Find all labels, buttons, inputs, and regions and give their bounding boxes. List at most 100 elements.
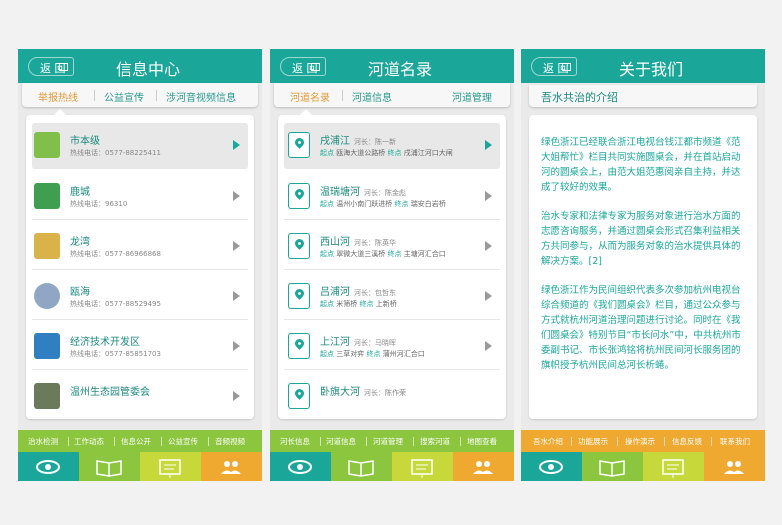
list-item[interactable]: 西山河 河长：陈英华 起点 翠微大道三溪桥 终点 主塘河汇合口 [284,224,500,270]
hotline-list: 市本级 热线电话：0577-88225411 鹿城 热线电话：96310 龙湾 … [26,115,254,419]
item-name: 龙湾 [70,237,90,248]
list-item[interactable]: 温瑞塘河 河长：陈金彪 起点 温州小南门跃进桥 终点 瑞安白岩桥 [284,174,500,220]
river-route: 起点 翠微大道三溪桥 终点 主塘河汇合口 [320,250,446,258]
page-title: 河道名录 [368,60,433,79]
list-item[interactable]: 鹿城 热线电话：96310 [32,174,248,220]
river-name: 上江河 河长：马晓晖 [320,337,396,348]
book-icon[interactable] [79,452,140,481]
list-item[interactable]: 市本级 热线电话：0577-88225411 [32,123,248,169]
about-content: 绿色浙江已经联合浙江电视台钱江都市频道《范大姐帮忙》栏目共同实施圆桌会，并在首站… [529,115,757,419]
river-name: 卧旗大河 河长：陈作荣 [320,387,406,398]
chevron-right-icon [233,391,240,401]
ouhai-logo-icon [34,283,60,309]
paragraph: 绿色浙江已经联合浙江电视台钱江都市频道《范大姐帮忙》栏目共同实施圆桌会，并在首站… [541,137,741,193]
chevron-right-icon [233,341,240,351]
location-pin-icon [288,333,310,359]
chevron-right-icon [485,341,492,351]
header: 返 回 关于我们 [521,49,765,83]
list-item[interactable]: 瓯海 热线电话：0577-88529495 [32,274,248,320]
chevron-right-icon [485,241,492,251]
home-icon [59,63,68,71]
list-item[interactable]: 龙湾 热线电话：0577-86966868 [32,224,248,270]
bottom-link-bar: 河长信息 河道信息 河道管理 搜索河道 地图查看 [270,430,514,452]
river-name: 温瑞塘河 河长：陈金彪 [320,187,406,198]
book-icon[interactable] [582,452,643,481]
globe-icon [34,333,60,359]
river-route: 起点 瓯海大道公路桥 终点 戌浦江河口大闸 [320,149,453,157]
people-icon[interactable] [453,452,514,481]
eco-park-logo-icon [34,383,60,409]
link-water-monitor[interactable]: 治水检测 [28,436,58,447]
tab-public-promo[interactable]: 公益宣传 [104,89,144,104]
board-icon[interactable] [140,452,201,481]
back-button[interactable]: 返 回 [280,57,326,76]
chevron-right-icon [233,191,240,201]
river-name: 西山河 河长：陈英华 [320,237,396,248]
tab-bar: 河道名录 河道信息 河道管理 [274,83,510,107]
list-item[interactable]: 温州生态园管委会 [32,374,248,419]
link-river-info[interactable]: 河道信息 [326,436,356,447]
chevron-right-icon [485,291,492,301]
people-icon[interactable] [201,452,262,481]
eye-icon[interactable] [521,452,582,481]
about-us-screen: 返 回 关于我们 吾水共治的介绍 绿色浙江已经联合浙江电视台钱江都市频道《范大姐… [521,49,765,481]
people-icon[interactable] [704,452,765,481]
back-button[interactable]: 返 回 [28,57,74,76]
river-route: 起点 温州小南门跃进桥 终点 瑞安白岩桥 [320,200,446,208]
tab-river-info[interactable]: 河道信息 [352,89,392,104]
board-icon[interactable] [643,452,704,481]
location-pin-icon [288,383,310,409]
list-item[interactable]: 上江河 河长：马晓晖 起点 三草对弈 终点 蒲州河汇合口 [284,324,500,370]
tab-hotline[interactable]: 举报热线 [38,89,78,104]
item-name: 经济技术开发区 [70,337,140,348]
info-center-screen: 返 回 信息中心 举报热线 公益宣传 涉河音视频信息 市本级 热线电话：0577… [18,49,262,481]
location-pin-icon [288,283,310,309]
link-features[interactable]: 功能展示 [578,436,608,447]
list-item[interactable]: 卧旗大河 河长：陈作荣 [284,374,500,419]
link-demo[interactable]: 操作演示 [625,436,655,447]
link-river-manage[interactable]: 河道管理 [373,436,403,447]
section-title: 吾水共治的介绍 [541,91,618,104]
paragraph: 治水专家和法律专家为服务对象进行治水方面的志愿咨询服务，并通过圆桌会形式召集利益… [541,211,741,267]
header: 返 回 河道名录 [270,49,514,83]
river-list: 戌浦江 河长：陈一新 起点 瓯海大道公路桥 终点 戌浦江河口大闸 温瑞塘河 河长：陈… [278,115,506,419]
chevron-right-icon [233,291,240,301]
link-chief-info[interactable]: 河长信息 [280,436,310,447]
list-item[interactable]: 经济技术开发区 热线电话：0577-85851703 [32,324,248,370]
location-pin-icon [288,233,310,259]
item-hotline: 热线电话：0577-86966868 [70,250,161,258]
item-hotline: 热线电话：0577-85851703 [70,350,161,358]
eye-icon[interactable] [270,452,331,481]
book-icon[interactable] [331,452,392,481]
link-intro[interactable]: 吾水介绍 [533,436,563,447]
back-button[interactable]: 返 回 [531,57,577,76]
link-map-view[interactable]: 地图查看 [467,436,497,447]
item-hotline: 热线电话：0577-88225411 [70,149,161,157]
header: 返 回 信息中心 [18,49,262,83]
item-name: 鹿城 [70,187,90,198]
river-route: 起点 三草对弈 终点 蒲州河汇合口 [320,350,425,358]
eye-icon[interactable] [18,452,79,481]
location-pin-icon [288,132,310,158]
link-contact[interactable]: 联系我们 [720,436,750,447]
chevron-right-icon [233,241,240,251]
list-item[interactable]: 吕浦河 河长：包哲东 起点 米筛桥 终点 上新桥 [284,274,500,320]
link-work-news[interactable]: 工作动态 [74,436,104,447]
longwan-logo-icon [34,233,60,259]
board-icon[interactable] [392,452,453,481]
link-av[interactable]: 音频视频 [215,436,245,447]
tab-av-info[interactable]: 涉河音视频信息 [166,89,236,104]
tab-river-list[interactable]: 河道名录 [290,89,330,104]
link-feedback[interactable]: 信息反馈 [672,436,702,447]
page-title: 信息中心 [116,60,181,79]
building-icon [34,132,60,158]
list-item[interactable]: 戌浦江 河长：陈一新 起点 瓯海大道公路桥 终点 戌浦江河口大闸 [284,123,500,169]
link-search-river[interactable]: 搜索河道 [420,436,450,447]
bottom-tab-bar [521,452,765,481]
chevron-right-icon [233,140,240,150]
location-pin-icon [288,183,310,209]
link-public-promo[interactable]: 公益宣传 [168,436,198,447]
link-info-public[interactable]: 信息公开 [121,436,151,447]
tab-river-manage[interactable]: 河道管理 [452,89,492,104]
lucheng-logo-icon [34,183,60,209]
